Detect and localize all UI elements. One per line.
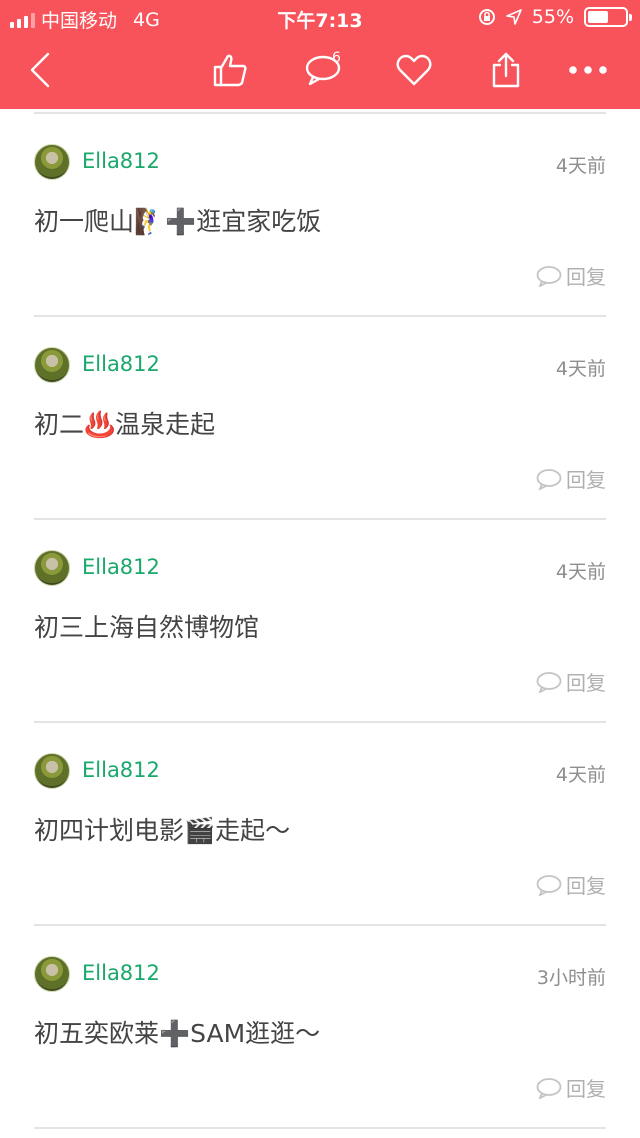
more-dots-icon: [569, 66, 607, 74]
location-icon: [505, 9, 522, 25]
heart-icon: [396, 54, 432, 86]
comment-content: 初五奕欧莱➕SAM逛逛～: [34, 1019, 321, 1048]
avatar[interactable]: [34, 550, 70, 586]
avatar[interactable]: [34, 956, 70, 992]
battery-percent: 55%: [531, 6, 574, 28]
comment-content: 初一爬山🧗‍♀️➕逛宜家吃饭: [34, 207, 322, 236]
comment-item: Ella812 4天前 初四计划电影🎬走起～ 回复: [34, 723, 606, 926]
more-button[interactable]: [566, 48, 610, 92]
comment-item: Ella812 4天前 初三上海自然博物馆 回复: [34, 520, 606, 723]
comment-content: 初四计划电影🎬走起～: [34, 816, 291, 845]
reply-button[interactable]: 回复: [536, 870, 606, 899]
share-icon: [492, 52, 520, 88]
like-button[interactable]: [208, 48, 252, 92]
reply-button[interactable]: 回复: [536, 667, 606, 696]
comment-username[interactable]: Ella812: [82, 758, 160, 782]
comment-button[interactable]: 6: [296, 48, 350, 92]
comment-time: 4天前: [555, 764, 606, 786]
comment-username[interactable]: Ella812: [82, 352, 160, 376]
back-button[interactable]: [22, 48, 58, 92]
share-button[interactable]: [488, 48, 524, 92]
comment-item: Ella812 3小时前 初五奕欧莱➕SAM逛逛～ 回复: [34, 926, 606, 1129]
reply-bubble-icon: [536, 1077, 562, 1099]
favorite-button[interactable]: [394, 48, 434, 92]
reply-bubble-icon: [536, 468, 562, 490]
reply-bubble-icon: [536, 671, 562, 693]
rotation-lock-icon: [478, 9, 495, 25]
reply-button[interactable]: 回复: [536, 1073, 606, 1102]
status-bar: 中国移动 4G 下午7:13 55%: [0, 0, 640, 36]
chevron-left-icon: [30, 52, 50, 88]
comment-time: 4天前: [555, 358, 606, 380]
reply-bubble-icon: [536, 874, 562, 896]
avatar[interactable]: [34, 347, 70, 383]
comment-time: 4天前: [555, 561, 606, 583]
reply-label: 回复: [566, 874, 606, 898]
reply-button[interactable]: 回复: [536, 261, 606, 290]
comment-count: 6: [332, 50, 341, 66]
comment-username[interactable]: Ella812: [82, 149, 160, 173]
reply-button[interactable]: 回复: [536, 464, 606, 493]
top-bar: 中国移动 4G 下午7:13 55% 6: [0, 0, 640, 109]
comment-time: 3小时前: [536, 967, 606, 989]
reply-bubble-icon: [536, 265, 562, 287]
reply-label: 回复: [566, 1077, 606, 1101]
comment-username[interactable]: Ella812: [82, 555, 160, 579]
status-right: 55%: [478, 6, 632, 28]
comment-time: 4天前: [555, 155, 606, 177]
reply-label: 回复: [566, 468, 606, 492]
comment-item: Ella812 4天前 初二♨️温泉走起 回复: [34, 317, 606, 520]
comment-username[interactable]: Ella812: [82, 961, 160, 985]
comment-content: 初三上海自然博物馆: [34, 613, 260, 642]
reply-label: 回复: [566, 265, 606, 289]
reply-label: 回复: [566, 671, 606, 695]
avatar[interactable]: [34, 753, 70, 789]
thumbs-up-icon: [213, 54, 247, 87]
nav-bar: 6: [0, 36, 640, 109]
comment-list: Ella812 4天前 初一爬山🧗‍♀️➕逛宜家吃饭 回复 Ella812 4天…: [34, 109, 606, 1129]
battery-icon: [584, 7, 632, 27]
comment-content: 初二♨️温泉走起: [34, 410, 216, 439]
comment-item: Ella812 4天前 初一爬山🧗‍♀️➕逛宜家吃饭 回复: [34, 114, 606, 317]
avatar[interactable]: [34, 144, 70, 180]
